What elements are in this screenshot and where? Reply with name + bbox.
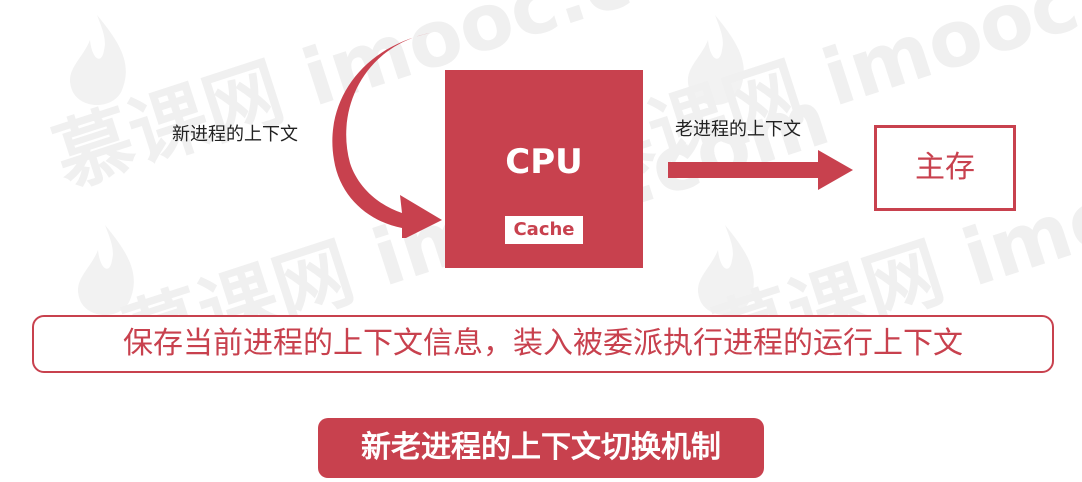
old-context-label: 老进程的上下文: [675, 119, 801, 140]
watermark-en: imooc.com: [812, 0, 1082, 125]
caption-banner: 新老进程的上下文切换机制: [318, 418, 764, 478]
new-context-label: 新进程的上下文: [172, 124, 298, 145]
memory-box: 主存: [874, 125, 1016, 211]
cpu-label: CPU: [505, 142, 583, 182]
cache-label: Cache: [505, 216, 583, 244]
save-context-arrow-icon: [668, 150, 853, 190]
cpu-box: CPU Cache: [445, 70, 643, 268]
load-context-arrow-icon: [332, 33, 442, 238]
description-box: 保存当前进程的上下文信息，装入被委派执行进程的运行上下文: [32, 315, 1054, 373]
